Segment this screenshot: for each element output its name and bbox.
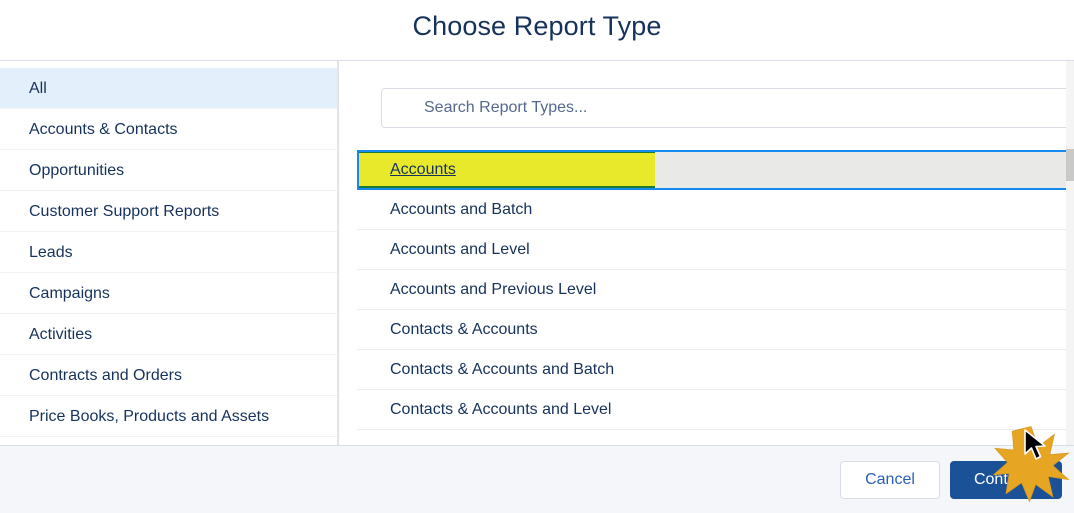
category-sidebar: All Accounts & Contacts Opportunities Custo…: [0, 61, 338, 445]
search-container: [381, 88, 1071, 128]
modal-header: Choose Report Type: [0, 0, 1074, 61]
report-type-scrollbar[interactable]: [1066, 61, 1074, 445]
sidebar-item[interactable]: Campaigns: [0, 273, 337, 314]
search-input[interactable]: [381, 88, 1071, 128]
sidebar-item[interactable]: Accounts & Contacts: [0, 109, 337, 150]
report-type-row[interactable]: Contacts & Accounts and Level: [357, 390, 1072, 430]
sidebar-item[interactable]: Customer Support Reports: [0, 191, 337, 232]
report-type-row[interactable]: Accounts and Previous Level: [357, 270, 1072, 310]
report-type-row[interactable]: Contacts & Accounts: [357, 310, 1072, 350]
continue-button[interactable]: Continue: [950, 461, 1062, 499]
modal-body: All Accounts & Contacts Opportunities Custo…: [0, 61, 1074, 445]
choose-report-type-modal: Choose Report Type All Accounts & Contact…: [0, 0, 1074, 513]
modal-footer: Cancel Continue: [0, 445, 1074, 513]
report-type-panel: Accounts Accounts and BatchAccounts and L…: [339, 61, 1074, 445]
report-type-row[interactable]: Accounts and Batch: [357, 190, 1072, 230]
report-type-row[interactable]: Contacts & Accounts and Batch: [357, 350, 1072, 390]
page-title: Choose Report Type: [412, 11, 662, 41]
report-type-row[interactable]: Accounts and Level: [357, 230, 1072, 270]
sidebar-item[interactable]: Leads: [0, 232, 337, 273]
report-type-row-selected[interactable]: Accounts: [357, 150, 1072, 190]
sidebar-item[interactable]: Activities: [0, 314, 337, 355]
sidebar-item[interactable]: Opportunities: [0, 150, 337, 191]
sidebar-item[interactable]: All: [0, 68, 337, 109]
report-type-scrollbar-thumb[interactable]: [1066, 149, 1074, 181]
sidebar-item[interactable]: Price Books, Products and Assets: [0, 396, 337, 437]
report-type-list: Accounts Accounts and Batch Accounts and L…: [357, 150, 1072, 432]
report-type-label: Accounts: [390, 161, 456, 178]
category-list: All Accounts & Contacts Opportunities Custo…: [0, 68, 337, 437]
sidebar-item[interactable]: Contracts and Orders: [0, 355, 337, 396]
cancel-button[interactable]: Cancel: [840, 461, 940, 499]
